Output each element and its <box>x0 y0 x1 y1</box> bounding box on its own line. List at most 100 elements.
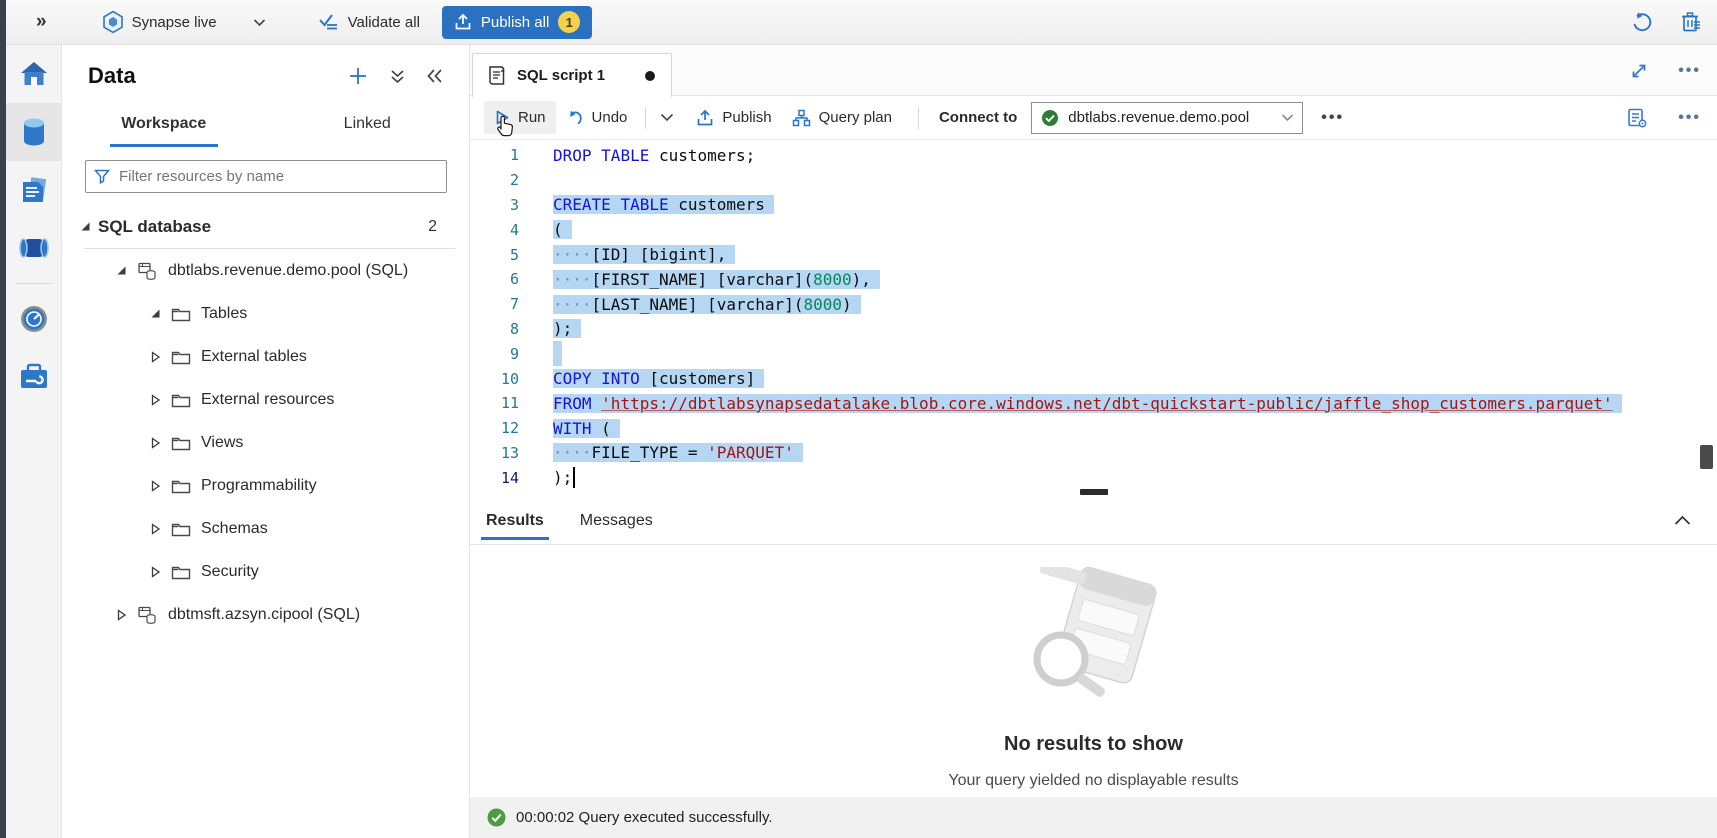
tree-item-dbtlabs-revenue-demo-pool-sql-[interactable]: dbtlabs.revenue.demo.pool (SQL) <box>62 249 469 292</box>
tree-item-security[interactable]: Security <box>62 550 469 593</box>
line-number: 1 <box>470 146 532 164</box>
code-line-7[interactable]: 7····[LAST_NAME] [varchar](8000) <box>470 292 1717 317</box>
nav-manage[interactable] <box>6 348 62 406</box>
twisty-collapsed-icon[interactable] <box>148 480 162 492</box>
tab-workspace[interactable]: Workspace <box>62 103 266 145</box>
twisty-collapsed-icon[interactable] <box>148 566 162 578</box>
tree-item-views[interactable]: Views <box>62 421 469 464</box>
twisty-expanded-icon[interactable] <box>148 308 162 319</box>
tree-item-external-tables[interactable]: External tables <box>62 335 469 378</box>
add-resource-icon[interactable] <box>348 66 368 86</box>
nav-data[interactable] <box>6 103 62 161</box>
undo-redo-dropdown[interactable] <box>654 105 680 130</box>
tab-sql-script-1[interactable]: SQL script 1 <box>472 53 672 97</box>
validate-all-label: Validate all <box>348 14 420 31</box>
code-line-11[interactable]: 11FROM 'https://dbtlabsynapsedatalake.bl… <box>470 391 1717 416</box>
code-line-12[interactable]: 12WITH ( <box>470 416 1717 441</box>
tab-results[interactable]: Results <box>484 502 546 540</box>
tree-item-external-resources[interactable]: External resources <box>62 378 469 421</box>
toolbar-more-actions[interactable]: ••• <box>1321 109 1344 127</box>
folder-icon <box>171 478 191 494</box>
refresh-icon[interactable] <box>1630 11 1653 34</box>
code-line-8[interactable]: 8); <box>470 317 1717 342</box>
selected-text: CREATE TABLE customers <box>553 195 774 214</box>
line-number: 12 <box>470 419 532 437</box>
twisty-expanded-icon <box>150 308 161 319</box>
selected-text: ); <box>553 319 581 338</box>
twisty-expanded-icon <box>80 221 91 232</box>
twisty-collapsed-icon[interactable] <box>148 351 162 363</box>
folder-icon <box>171 564 191 580</box>
tree-item-sql-database[interactable]: SQL database 2 <box>62 205 469 248</box>
expand-sidebar-button[interactable]: » <box>36 11 47 33</box>
collapse-panel-icon[interactable] <box>427 69 443 83</box>
publish-all-button[interactable]: Publish all 1 <box>442 6 592 39</box>
tree-item-count: 2 <box>428 218 437 236</box>
tab-more-actions[interactable]: ••• <box>1678 62 1701 80</box>
tab-linked[interactable]: Linked <box>266 103 470 145</box>
environment-switcher[interactable]: Synapse live <box>102 10 266 34</box>
filter-funnel-icon <box>94 169 110 184</box>
status-message: 00:00:02 Query executed successfully. <box>516 809 773 826</box>
results-splitter[interactable] <box>470 488 1717 497</box>
code-line-9[interactable]: 9 <box>470 341 1717 366</box>
double-chevron-down-icon[interactable] <box>390 69 405 84</box>
tree-item-tables[interactable]: Tables <box>62 292 469 335</box>
sql-code-editor[interactable]: 1DROP TABLE customers; 2 3CREATE TABLE cus… <box>470 140 1717 488</box>
tree-item-label: SQL database <box>98 217 211 237</box>
line-number: 10 <box>470 370 532 388</box>
data-icon <box>20 117 48 147</box>
query-plan-button[interactable]: Query plan <box>782 101 902 135</box>
code-line-13[interactable]: 13····FILE_TYPE = 'PARQUET' <box>470 441 1717 466</box>
filter-resources-input[interactable] <box>119 168 438 185</box>
nav-develop[interactable] <box>6 161 62 219</box>
code-line-3[interactable]: 3CREATE TABLE customers <box>470 193 1717 218</box>
editor-scrollbar-thumb[interactable] <box>1700 445 1713 469</box>
code-line-1[interactable]: 1DROP TABLE customers; <box>470 143 1717 168</box>
expand-editor-icon[interactable] <box>1630 62 1648 80</box>
undo-button[interactable]: Undo <box>556 101 638 135</box>
tree-item-programmability[interactable]: Programmability <box>62 464 469 507</box>
publish-button[interactable]: Publish <box>686 101 781 135</box>
code-line-6[interactable]: 6····[FIRST_NAME] [varchar](8000), <box>470 267 1717 292</box>
twisty-expanded-icon[interactable] <box>78 221 92 232</box>
selected-text: COPY INTO [customers] <box>553 369 764 388</box>
pool-value: dbtlabs.revenue.demo.pool <box>1068 109 1249 126</box>
tab-messages[interactable]: Messages <box>578 502 655 540</box>
folder-icon <box>171 435 191 451</box>
code-line-2[interactable]: 2 <box>470 168 1717 193</box>
publish-upload-icon <box>696 109 714 127</box>
nav-home[interactable] <box>6 45 62 103</box>
tree-item-schemas[interactable]: Schemas <box>62 507 469 550</box>
filter-resources-box <box>85 160 447 193</box>
script-settings-icon[interactable] <box>1626 107 1648 129</box>
collapse-results-icon[interactable] <box>1674 515 1691 526</box>
run-button[interactable]: Run <box>484 101 556 134</box>
twisty-collapsed-icon[interactable] <box>148 523 162 535</box>
query-plan-icon <box>792 109 811 127</box>
editor-more-actions[interactable]: ••• <box>1678 109 1701 127</box>
code-line-10[interactable]: 10 COPY INTO [customers] <box>470 366 1717 391</box>
sql-pool-icon <box>137 261 158 281</box>
code-line-14[interactable]: 14); <box>470 465 1717 488</box>
twisty-collapsed-icon[interactable] <box>148 394 162 406</box>
query-plan-label: Query plan <box>819 109 892 126</box>
line-content: ); <box>553 467 575 488</box>
publish-label: Publish <box>722 109 771 126</box>
unsaved-changes-dot <box>645 71 655 81</box>
code-line-5[interactable]: 5····[ID] [bigint], <box>470 242 1717 267</box>
splitter-handle[interactable] <box>1080 489 1108 495</box>
twisty-expanded-icon[interactable] <box>114 265 128 276</box>
line-number: 2 <box>470 171 532 189</box>
twisty-collapsed-icon[interactable] <box>148 437 162 449</box>
selected-text: ····[ID] [bigint], <box>553 245 735 264</box>
twisty-collapsed-icon[interactable] <box>114 609 128 621</box>
connect-to-pool-select[interactable]: dbtlabs.revenue.demo.pool <box>1031 102 1303 134</box>
code-line-4[interactable]: 4( <box>470 217 1717 242</box>
nav-integrate[interactable] <box>6 219 62 277</box>
validate-all-button[interactable]: Validate all <box>318 12 420 32</box>
run-play-icon <box>494 109 510 126</box>
tree-item-dbtmsft-azsyn-cipool-sql-[interactable]: dbtmsft.azsyn.cipool (SQL) <box>62 593 469 636</box>
nav-monitor[interactable] <box>6 290 62 348</box>
discard-all-icon[interactable] <box>1679 10 1703 34</box>
